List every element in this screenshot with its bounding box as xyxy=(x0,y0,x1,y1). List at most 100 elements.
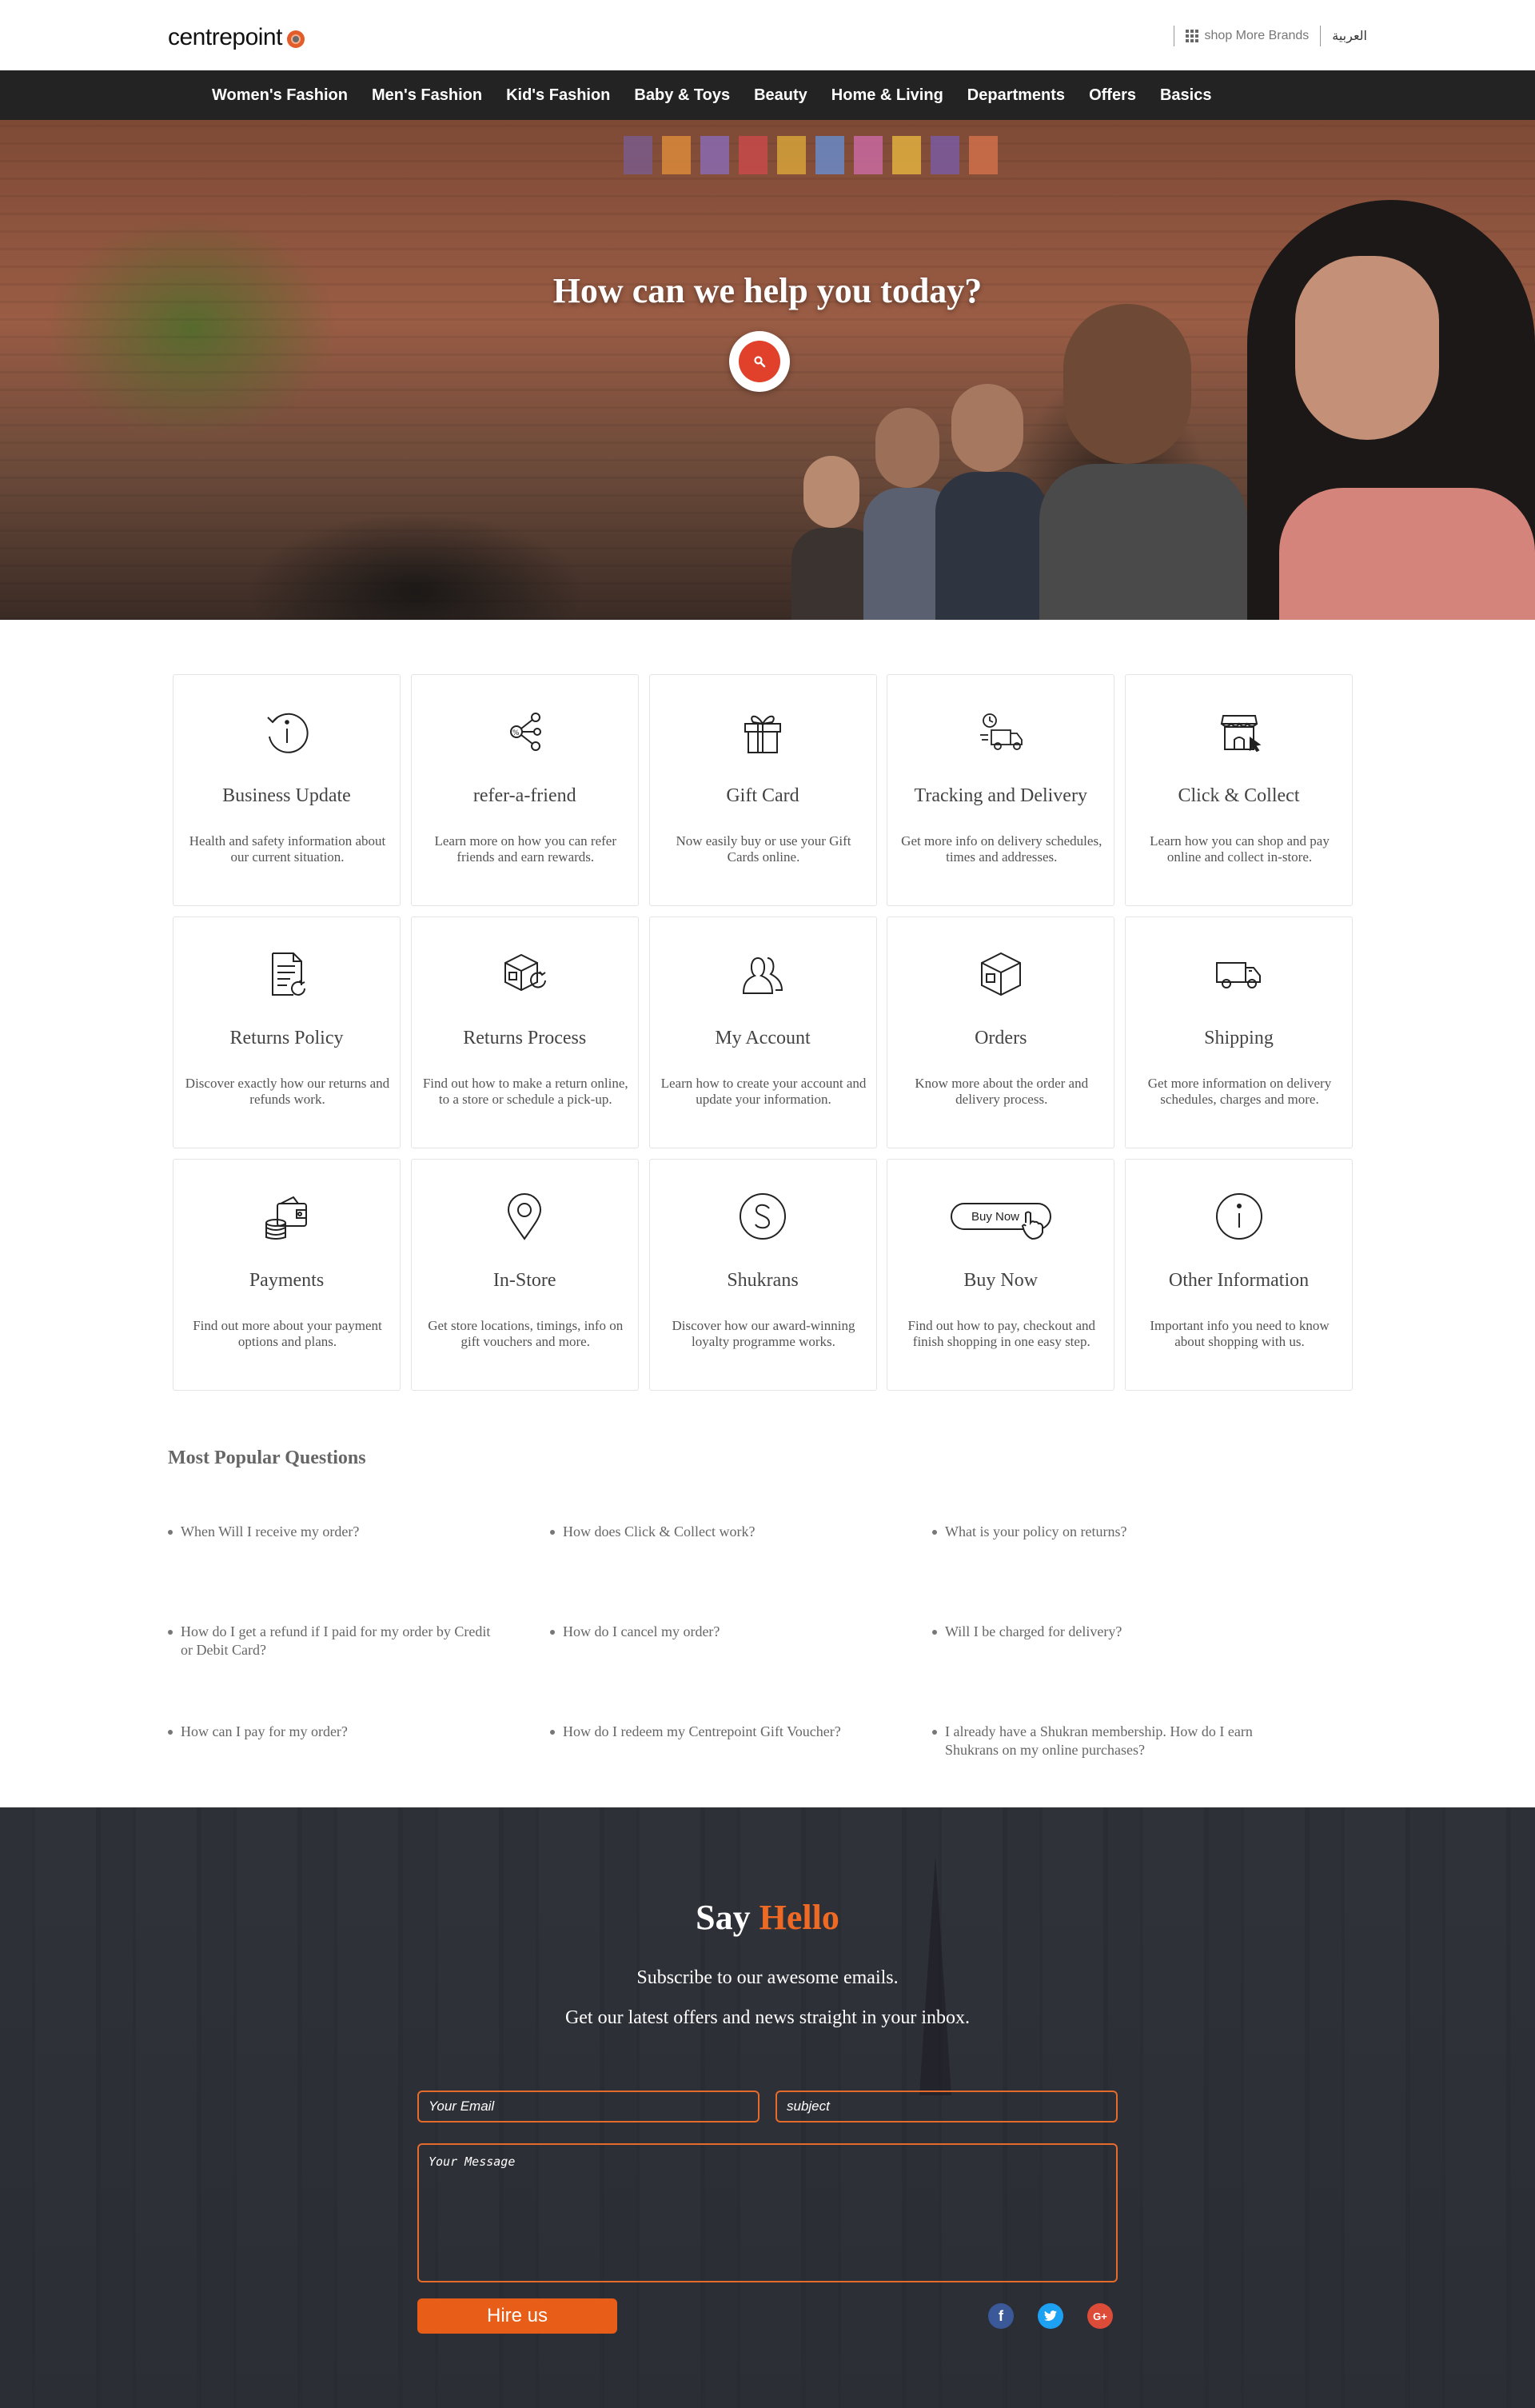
main-nav: Women's Fashion Men's Fashion Kid's Fash… xyxy=(0,70,1535,120)
card-description: Find out how to pay, checkout and finish… xyxy=(907,1318,1096,1349)
logo-mark-icon xyxy=(286,30,305,48)
card-title: Shukrans xyxy=(727,1270,799,1291)
card-tracking-delivery[interactable]: Tracking and Delivery Get more info on d… xyxy=(887,674,1115,906)
card-payments[interactable]: Payments Find out more about your paymen… xyxy=(173,1159,401,1391)
card-title: Payments xyxy=(249,1270,325,1291)
twitter-icon[interactable] xyxy=(1038,2303,1063,2329)
hero-person xyxy=(1039,288,1247,620)
card-title: Other Information xyxy=(1168,1270,1310,1291)
share-icon: % xyxy=(412,704,638,760)
card-click-collect[interactable]: Click & Collect Learn how you can shop a… xyxy=(1125,674,1353,906)
user-account-icon xyxy=(650,946,876,1002)
card-description: Get more info on delivery schedules, tim… xyxy=(901,833,1102,865)
card-title: refer-a-friend xyxy=(472,785,576,806)
shukrans-s-icon xyxy=(650,1188,876,1244)
say-hello-heading: Say Hello xyxy=(0,1897,1535,1938)
box-return-icon xyxy=(412,946,638,1002)
question-link[interactable]: When Will I receive my order? xyxy=(168,1523,504,1623)
hero-person-agent xyxy=(1247,200,1535,620)
card-business-update[interactable]: Business Update Health and safety inform… xyxy=(173,674,401,906)
say-word: Say xyxy=(696,1898,751,1937)
hero-search-button[interactable] xyxy=(729,331,790,392)
nav-item-home-living[interactable]: Home & Living xyxy=(831,86,943,105)
nav-item-departments[interactable]: Departments xyxy=(967,86,1065,105)
card-title: Buy Now xyxy=(963,1270,1039,1291)
card-description: Learn how to create your account and upd… xyxy=(660,1076,867,1107)
card-shukrans[interactable]: Shukrans Discover how our award-winning … xyxy=(648,1159,877,1391)
card-gift-card[interactable]: Gift Card Now easily buy or use your Gif… xyxy=(648,674,877,906)
card-description: Now easily buy or use your Gift Cards on… xyxy=(676,833,851,865)
card-description: Get more information on delivery schedul… xyxy=(1147,1076,1332,1107)
nav-item-offers[interactable]: Offers xyxy=(1089,86,1136,105)
card-other-information[interactable]: Other Information Important info you nee… xyxy=(1125,1159,1353,1391)
card-title: In-Store xyxy=(492,1270,556,1291)
nav-item-mens-fashion[interactable]: Men's Fashion xyxy=(372,86,482,105)
card-shipping[interactable]: Shipping Get more information on deliver… xyxy=(1125,916,1353,1148)
question-link[interactable]: How do I cancel my order? xyxy=(550,1623,886,1723)
nav-item-kids-fashion[interactable]: Kid's Fashion xyxy=(506,86,610,105)
question-link[interactable]: Will I be charged for delivery? xyxy=(932,1623,1268,1723)
nav-item-basics[interactable]: Basics xyxy=(1160,86,1212,105)
card-returns-policy[interactable]: Returns Policy Discover exactly how our … xyxy=(173,916,401,1148)
hero-person xyxy=(791,456,879,620)
search-icon xyxy=(739,341,780,382)
store-pointer-icon xyxy=(1126,704,1352,760)
question-link[interactable]: How does Click & Collect work? xyxy=(550,1523,886,1623)
document-return-icon xyxy=(173,946,400,1002)
card-my-account[interactable]: My Account Learn how to create your acco… xyxy=(648,916,877,1148)
offers-text: Get our latest offers and news straight … xyxy=(564,2007,971,2028)
delivery-truck-clock-icon xyxy=(887,704,1114,760)
email-field[interactable] xyxy=(417,2091,760,2122)
nav-item-baby-toys[interactable]: Baby & Toys xyxy=(634,86,730,105)
card-title: Tracking and Delivery xyxy=(914,785,1087,806)
card-title: Click & Collect xyxy=(1178,785,1300,806)
popular-questions-list: When Will I receive my order? How does C… xyxy=(168,1523,1335,1823)
grid-icon xyxy=(1185,30,1198,42)
info-refresh-icon xyxy=(173,704,400,760)
top-right-links: shop More Brands العربية xyxy=(1173,26,1367,46)
shop-more-brands-label: shop More Brands xyxy=(1204,29,1310,42)
card-description: Get store locations, timings, info on gi… xyxy=(428,1318,624,1349)
facebook-icon[interactable]: f xyxy=(988,2303,1014,2329)
gift-icon xyxy=(650,704,876,760)
card-in-store[interactable]: In-Store Get store locations, timings, i… xyxy=(410,1159,639,1391)
card-description: Discover exactly how our returns and ref… xyxy=(185,1076,390,1107)
box-icon xyxy=(887,946,1114,1002)
card-orders[interactable]: Orders Know more about the order and del… xyxy=(887,916,1115,1148)
info-icon xyxy=(1126,1188,1352,1244)
question-link[interactable]: How do I get a refund if I paid for my o… xyxy=(168,1623,504,1723)
hire-us-button[interactable]: Hire us xyxy=(417,2298,617,2334)
card-title: Shipping xyxy=(1204,1028,1274,1048)
top-bar: centrepoint shop More Brands العربية xyxy=(0,0,1535,70)
nav-item-beauty[interactable]: Beauty xyxy=(754,86,807,105)
hero-person xyxy=(935,384,1047,620)
subject-field[interactable] xyxy=(775,2091,1118,2122)
card-description: Find out more about your payment options… xyxy=(193,1318,382,1349)
hero-title: How can we help you today? xyxy=(552,271,983,310)
location-pin-icon xyxy=(412,1188,638,1244)
card-description: Learn how you can shop and pay online an… xyxy=(1150,833,1330,865)
centrepoint-logo[interactable]: centrepoint xyxy=(168,24,305,51)
card-refer-a-friend[interactable]: % refer-a-friend Learn more on how you c… xyxy=(410,674,639,906)
card-title: Returns Process xyxy=(463,1028,587,1048)
popular-questions-title: Most Popular Questions xyxy=(168,1448,366,1468)
buy-now-icon-text: Buy Now xyxy=(971,1210,1019,1224)
truck-icon xyxy=(1126,946,1352,1002)
nav-list: Women's Fashion Men's Fashion Kid's Fash… xyxy=(212,70,1211,120)
card-title: Gift Card xyxy=(726,785,799,806)
card-description: Learn more on how you can refer friends … xyxy=(434,833,616,865)
help-topic-grid: Business Update Health and safety inform… xyxy=(173,674,1353,1391)
card-returns-process[interactable]: Returns Process Find out how to make a r… xyxy=(410,916,639,1148)
shop-more-brands-link[interactable]: shop More Brands xyxy=(1185,29,1310,43)
card-buy-now[interactable]: Buy Now Buy Now Find out how to pay, che… xyxy=(887,1159,1115,1391)
card-description: Important info you need to know about sh… xyxy=(1150,1318,1330,1349)
arabic-language-link[interactable]: العربية xyxy=(1332,28,1367,44)
card-title: My Account xyxy=(715,1028,811,1048)
question-link[interactable]: What is your policy on returns? xyxy=(932,1523,1268,1623)
card-title: Orders xyxy=(975,1028,1027,1048)
say-hello-section: Say Hello Subscribe to our awesome email… xyxy=(0,1807,1535,2408)
nav-item-womens-fashion[interactable]: Women's Fashion xyxy=(212,86,348,105)
message-field[interactable] xyxy=(417,2143,1118,2282)
buy-now-button-icon: Buy Now xyxy=(887,1188,1114,1244)
google-plus-icon[interactable]: G+ xyxy=(1087,2303,1113,2329)
